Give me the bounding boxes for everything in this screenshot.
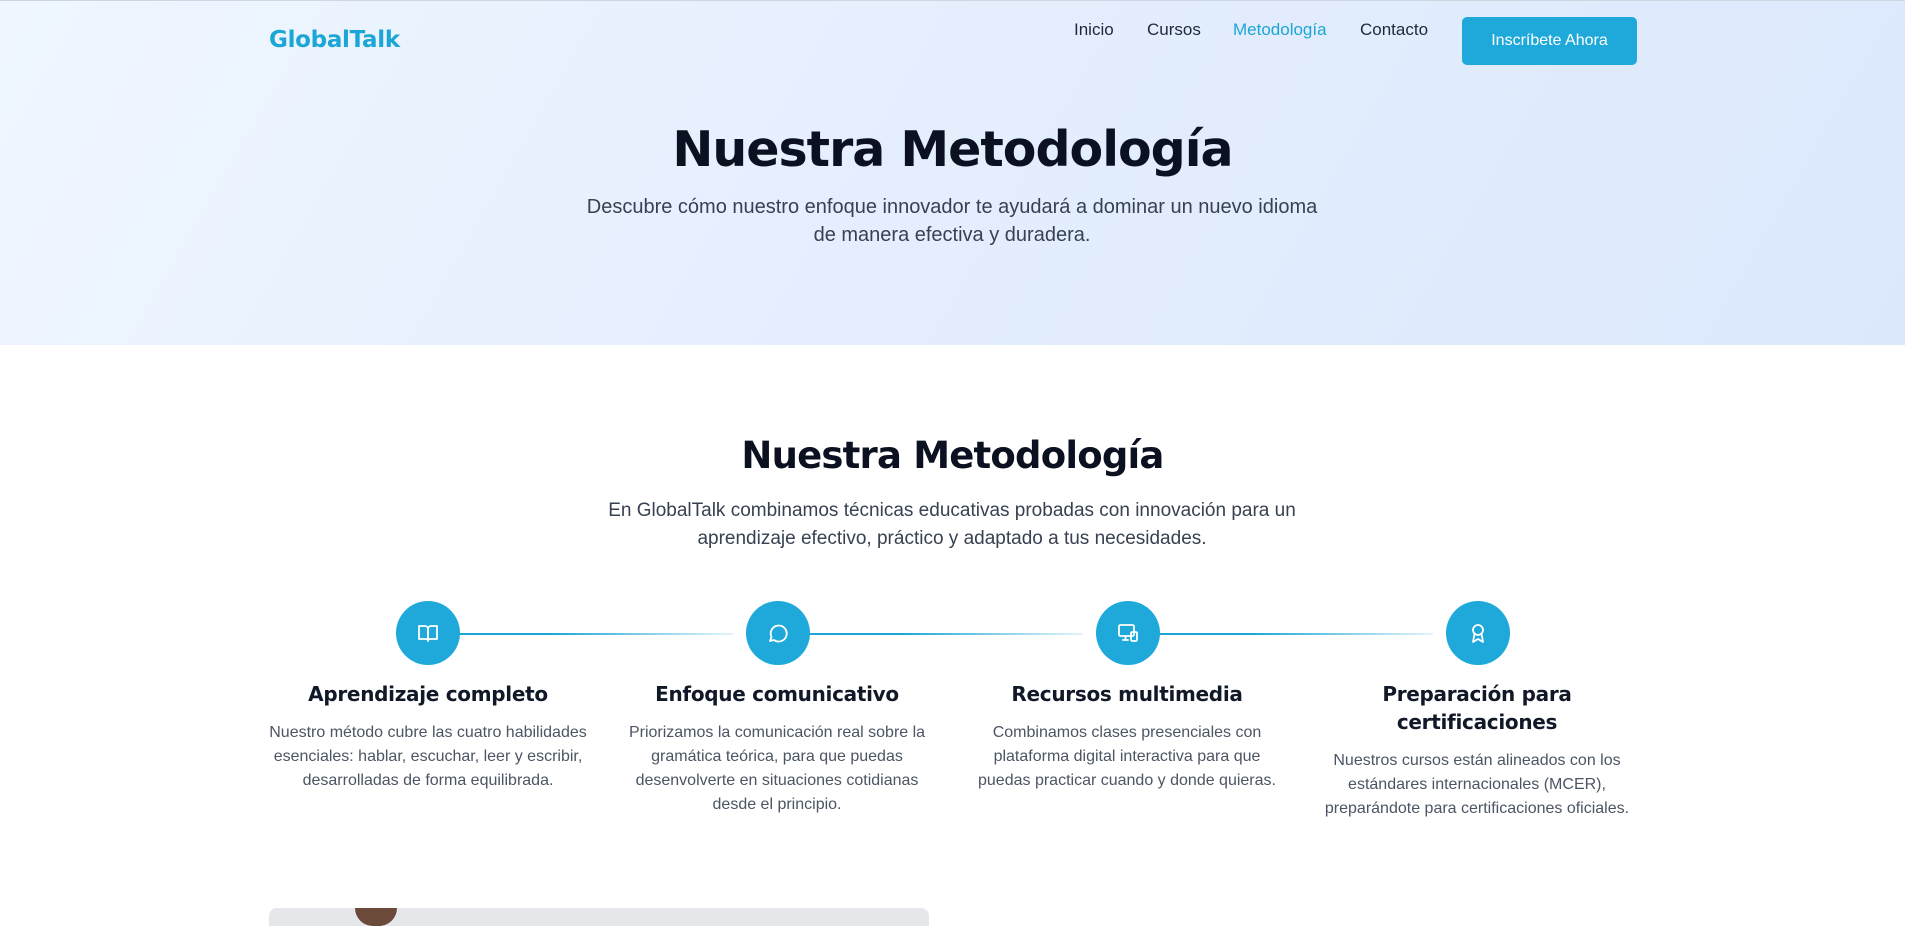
step-connector <box>778 633 1083 635</box>
step-icon-circle <box>1096 601 1160 665</box>
book-open-icon <box>418 625 438 642</box>
hero-title: Nuestra Metodología <box>672 121 1233 178</box>
nav-link-inicio[interactable]: Inicio <box>1074 20 1114 40</box>
step-icon-circle <box>746 601 810 665</box>
nav-link-contacto[interactable]: Contacto <box>1360 20 1428 40</box>
step-description: Priorizamos la comunicación real sobre l… <box>628 724 926 813</box>
step-connector <box>1128 633 1433 635</box>
step-title: Preparación para certificaciones <box>1382 682 1572 734</box>
hero-subtitle: Descubre cómo nuestro enfoque innovador … <box>586 196 1318 246</box>
step-icon-circle <box>396 601 460 665</box>
step-description: Nuestro método cubre las cuatro habilida… <box>269 724 587 789</box>
methodology-subtitle: En GlobalTalk combinamos técnicas educat… <box>608 500 1296 549</box>
step-description: Nuestros cursos están alineados con los … <box>1324 752 1630 817</box>
step-title: Enfoque comunicativo <box>655 682 899 706</box>
nav-link-cursos[interactable]: Cursos <box>1147 20 1201 40</box>
methodology-title: Nuestra Metodología <box>741 434 1164 477</box>
top-navigation: GlobalTalk Inicio Cursos Metodología Con… <box>0 0 1905 80</box>
step-icon-circle <box>1446 601 1510 665</box>
methodology-photo <box>269 908 929 926</box>
step-connector <box>428 633 733 635</box>
logo[interactable]: GlobalTalk <box>269 27 400 53</box>
chat-bubble-icon <box>769 624 788 643</box>
nav-link-metodologia[interactable]: Metodología <box>1233 20 1327 40</box>
award-icon <box>1472 624 1484 643</box>
photo-person <box>355 908 397 926</box>
step-title: Recursos multimedia <box>1011 682 1243 706</box>
devices-icon <box>1118 624 1138 642</box>
step-title: Aprendizaje completo <box>308 682 548 706</box>
enroll-now-button[interactable]: Inscríbete Ahora <box>1462 17 1637 65</box>
step-description: Combinamos clases presenciales con plata… <box>978 724 1276 789</box>
